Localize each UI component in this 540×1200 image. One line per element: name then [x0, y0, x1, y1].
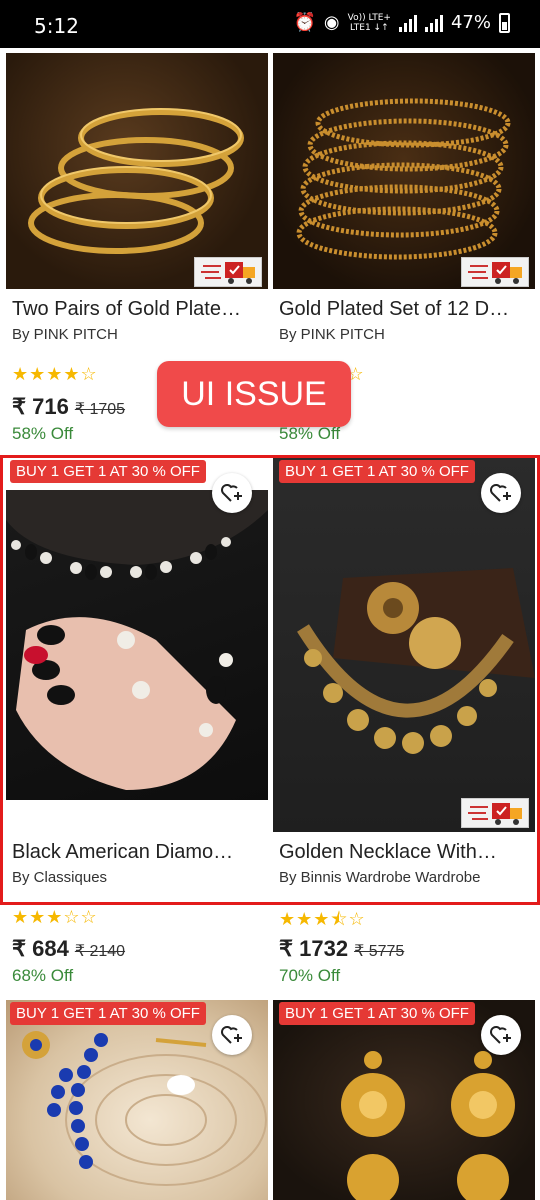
gold-bangles-set-image: [296, 98, 511, 260]
product-price: ₹ 684 ₹ 2140: [12, 936, 126, 961]
hotspot-icon: ◉: [323, 12, 340, 33]
discount-text: 68% Off: [12, 966, 74, 985]
offer-badge: BUY 1 GET 1 AT 30 % OFF: [279, 1002, 475, 1025]
heart-plus-icon: [221, 1026, 242, 1044]
rating-stars: ★★★★☆: [12, 364, 98, 384]
discount-text: 70% Off: [279, 966, 341, 985]
discount-text: 58% Off: [12, 424, 74, 443]
product-image-gold-bangles-set[interactable]: [273, 53, 535, 289]
product-title[interactable]: Gold Plated Set of 12 D…: [279, 298, 529, 321]
original-price: ₹ 2140: [74, 943, 126, 960]
battery-percent: 47%: [450, 12, 491, 33]
gold-bangles-image: [28, 108, 244, 254]
discount-text: 58% Off: [279, 424, 341, 443]
original-price: ₹ 1705: [74, 401, 126, 418]
product-brand: By PINK PITCH: [12, 326, 118, 343]
wishlist-button[interactable]: [481, 1015, 521, 1055]
issue-highlight-frame: [0, 455, 540, 905]
offer-badge: BUY 1 GET 1 AT 30 % OFF: [10, 1002, 206, 1025]
status-icons: ⏰ ◉ Vo)) LTE+ LTE1 ↓↑ 47%: [293, 12, 510, 33]
heart-plus-icon: [490, 1026, 511, 1044]
ui-issue-label: UI ISSUE: [157, 361, 351, 427]
rating-stars: ★★★☆☆: [12, 907, 98, 927]
delivery-truck-icon: [461, 257, 529, 287]
original-price: ₹ 5775: [354, 943, 405, 960]
battery-icon: [499, 12, 510, 33]
delivery-truck-icon: [194, 257, 262, 287]
product-price: ₹ 1732 ₹ 5775: [279, 936, 405, 961]
product-title[interactable]: Two Pairs of Gold Plate…: [12, 298, 262, 321]
status-bar: 5:12 ⏰ ◉ Vo)) LTE+ LTE1 ↓↑ 47%: [0, 0, 540, 48]
signal-icon: [398, 14, 417, 32]
product-price: ₹ 716 ₹ 1705: [12, 394, 126, 419]
product-brand: By PINK PITCH: [279, 326, 385, 343]
signal-icon-2: [424, 14, 443, 32]
status-time: 5:12: [34, 14, 79, 38]
wishlist-button[interactable]: [212, 1015, 252, 1055]
network-type: Vo)) LTE+ LTE1 ↓↑: [347, 12, 391, 33]
rating-stars: ★★★⯪☆: [279, 909, 366, 929]
product-image-gold-bangles[interactable]: [6, 53, 268, 289]
alarm-icon: ⏰: [293, 12, 316, 33]
